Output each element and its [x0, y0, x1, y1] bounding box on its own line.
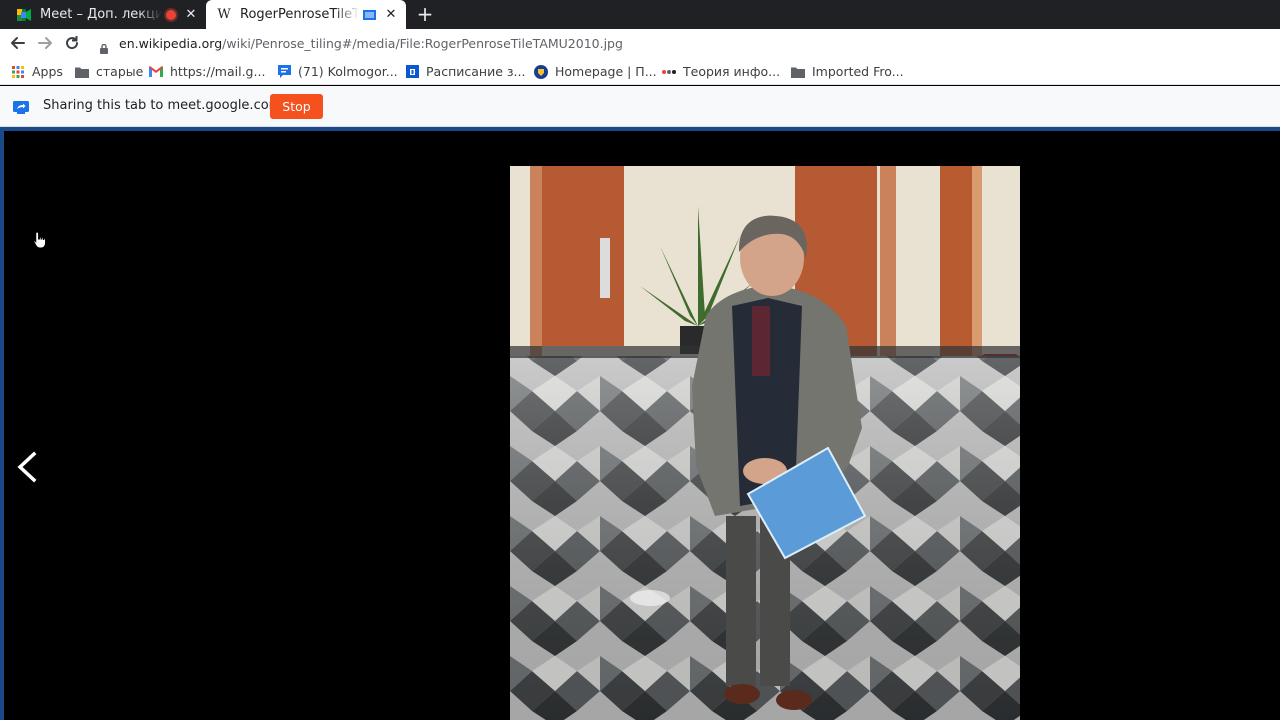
- bookmark-teoriya[interactable]: Теория инфо...: [662, 62, 780, 81]
- tab-strip: Meet – Доп. лекции АЛ ✕ W RogerPenroseTi…: [0, 0, 1280, 29]
- bookmark-label: Homepage | П...: [555, 64, 657, 79]
- chat-icon: [277, 65, 291, 79]
- bookmark-label: Теория инфо...: [683, 64, 781, 79]
- recording-indicator-icon: [166, 9, 176, 20]
- wikipedia-icon: W: [217, 7, 231, 22]
- bookmark-folder-imported[interactable]: Imported Fro...: [791, 62, 904, 81]
- bookmark-kolmogorov[interactable]: (71) Kolmogor...: [277, 62, 398, 81]
- bookmark-label: Расписание з...: [426, 64, 526, 79]
- sharing-border: [0, 127, 1280, 131]
- stop-sharing-button[interactable]: Stop: [270, 94, 323, 119]
- back-button[interactable]: [7, 32, 29, 54]
- close-tab-icon[interactable]: ✕: [384, 7, 398, 22]
- tab-title: Meet – Доп. лекции АЛ: [40, 7, 162, 22]
- forward-button[interactable]: [34, 32, 56, 54]
- bookmark-raspisanie[interactable]: Расписание з...: [405, 62, 525, 81]
- close-tab-icon[interactable]: ✕: [184, 7, 198, 22]
- bookmark-label: старые: [96, 64, 144, 79]
- bookmark-label: https://mail.g...: [170, 64, 266, 79]
- penrose-photo: [510, 166, 1020, 720]
- bookmark-gmail[interactable]: https://mail.g...: [149, 62, 265, 81]
- reload-button[interactable]: [61, 32, 83, 54]
- bookmark-folder-starye[interactable]: старые: [75, 62, 143, 81]
- bookmark-homepage[interactable]: Homepage | П...: [534, 62, 657, 81]
- folder-icon: [791, 65, 805, 79]
- tab-meet[interactable]: Meet – Доп. лекции АЛ ✕: [8, 0, 206, 29]
- chevron-left-icon: [17, 451, 37, 483]
- bookmark-label: Imported Fro...: [812, 64, 904, 79]
- casting-indicator-icon: [363, 9, 376, 20]
- hand-cursor-icon: [33, 231, 47, 249]
- crest-icon: [534, 64, 548, 79]
- previous-image-button[interactable]: [12, 448, 40, 488]
- url-path: /wiki/Penrose_tiling#/media/File:RogerPe…: [222, 36, 623, 51]
- apps-grid-icon: [11, 65, 25, 79]
- gmail-icon: [149, 65, 163, 79]
- penrose-photo-illustration: [510, 166, 1020, 720]
- arrow-left-icon: [11, 37, 25, 49]
- bookmark-apps[interactable]: Apps: [11, 62, 63, 81]
- tab-title: RogerPenroseTileTAMU2010.jpg: [240, 7, 359, 22]
- url-host: en.wikipedia.org: [119, 36, 223, 51]
- bookmark-label: (71) Kolmogor...: [298, 64, 398, 79]
- bookmarks-bar: Apps старые https://mail.g... (71) Kolmo…: [0, 58, 1280, 85]
- google-meet-icon: [16, 7, 32, 23]
- tab-sharing-infobar: Sharing this tab to meet.google.com: [0, 86, 1280, 127]
- calendar-icon: [405, 65, 419, 79]
- address-bar[interactable]: en.wikipedia.org/wiki/Penrose_tiling#/me…: [100, 33, 623, 55]
- browser-toolbar: en.wikipedia.org/wiki/Penrose_tiling#/me…: [0, 29, 1280, 58]
- sharing-message: Sharing this tab to meet.google.com: [43, 98, 282, 113]
- reload-icon: [66, 36, 79, 50]
- folder-icon: [75, 65, 89, 79]
- dots-icon: [662, 65, 676, 79]
- bookmark-label: Apps: [32, 64, 63, 79]
- arrow-right-icon: [38, 37, 52, 49]
- tab-wikipedia[interactable]: W RogerPenroseTileTAMU2010.jpg ✕: [206, 0, 406, 29]
- lock-icon: [100, 39, 108, 54]
- screen-share-icon: [13, 99, 29, 114]
- new-tab-button[interactable]: +: [414, 3, 436, 25]
